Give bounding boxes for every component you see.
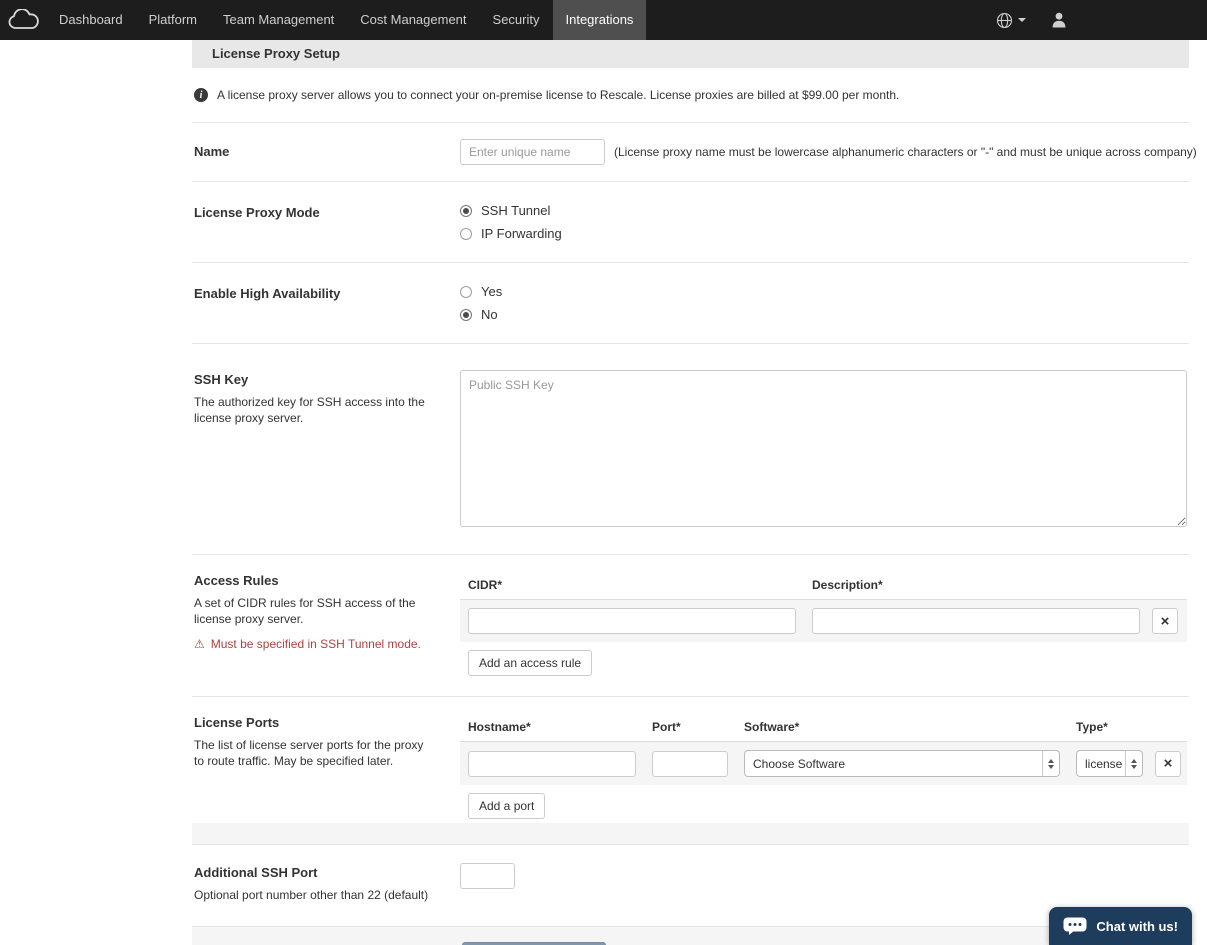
- access-rules-warning-text: Must be specified in SSH Tunnel mode.: [210, 636, 421, 651]
- remove-column-header: [1148, 571, 1187, 600]
- caret-down-icon: [1018, 18, 1026, 22]
- language-dropdown[interactable]: [983, 0, 1039, 40]
- nav-team-management[interactable]: Team Management: [210, 0, 347, 40]
- globe-icon: [996, 12, 1013, 28]
- add-access-rule-button[interactable]: Add an access rule: [468, 650, 593, 676]
- license-ports-label: License Ports: [194, 715, 280, 730]
- warning-icon: ⚠: [194, 636, 205, 651]
- additional-ssh-port-label: Additional SSH Port: [194, 865, 318, 880]
- close-icon: ×: [1163, 755, 1173, 772]
- radio-ssh-tunnel[interactable]: SSH Tunnel: [460, 203, 1189, 218]
- license-proxy-mode-label: License Proxy Mode: [194, 205, 320, 220]
- cloud-logo-icon: [8, 9, 39, 29]
- radio-unselected-icon: [460, 285, 472, 298]
- access-rule-description-input[interactable]: [812, 608, 1140, 634]
- high-availability-row: Enable High Availability Yes No: [192, 263, 1189, 344]
- hostname-input[interactable]: [468, 750, 636, 777]
- license-proxy-setup-panel: License Proxy Setup i A license proxy se…: [192, 40, 1197, 945]
- nav-dashboard[interactable]: Dashboard: [46, 0, 136, 40]
- user-menu[interactable]: [1039, 0, 1079, 40]
- nav-platform[interactable]: Platform: [136, 0, 210, 40]
- cidr-input[interactable]: [468, 608, 796, 634]
- name-help-text: (License proxy name must be lowercase al…: [614, 145, 1197, 159]
- page-title: License Proxy Setup: [192, 40, 1189, 68]
- user-icon: [1052, 12, 1066, 28]
- ssh-key-description: The authorized key for SSH access into t…: [194, 395, 425, 425]
- high-availability-label: Enable High Availability: [194, 286, 341, 301]
- ssh-key-textarea[interactable]: [460, 370, 1187, 527]
- additional-ssh-port-row: Additional SSH Port Optional port number…: [192, 845, 1189, 927]
- navbar-right: [983, 0, 1207, 40]
- software-select[interactable]: Choose Software: [744, 750, 1060, 777]
- additional-ssh-port-input[interactable]: [460, 863, 515, 889]
- rescale-logo[interactable]: [0, 0, 46, 40]
- access-rules-label: Access Rules: [194, 573, 279, 588]
- radio-ssh-tunnel-label: SSH Tunnel: [481, 203, 551, 218]
- name-input[interactable]: [460, 139, 605, 165]
- remove-access-rule-button[interactable]: ×: [1152, 608, 1178, 634]
- type-column-header: Type*: [1068, 713, 1151, 742]
- radio-ha-no-label: No: [481, 307, 498, 322]
- software-column-header: Software*: [736, 713, 1068, 742]
- radio-ha-yes[interactable]: Yes: [460, 284, 1189, 299]
- radio-ha-yes-label: Yes: [481, 284, 503, 299]
- nav-cost-management[interactable]: Cost Management: [347, 0, 479, 40]
- license-proxy-mode-row: License Proxy Mode SSH Tunnel IP Forward…: [192, 182, 1189, 263]
- license-ports-row: License Ports The list of license server…: [192, 697, 1189, 823]
- add-port-button[interactable]: Add a port: [468, 793, 546, 819]
- name-label: Name: [194, 144, 230, 159]
- remove-column-header: [1151, 713, 1187, 742]
- software-select-value: Choose Software: [753, 756, 846, 771]
- access-rules-row: Access Rules A set of CIDR rules for SSH…: [192, 555, 1189, 697]
- form-actions: Launch License Proxy: [192, 926, 1189, 945]
- license-port-table-row: Choose Software license ×: [460, 741, 1187, 785]
- radio-ha-no[interactable]: No: [460, 307, 1189, 322]
- info-icon: i: [194, 88, 208, 102]
- select-arrows-icon: [1042, 751, 1059, 776]
- hostname-column-header: Hostname*: [460, 713, 644, 742]
- cidr-column-header: CIDR*: [460, 571, 804, 600]
- license-ports-description: The list of license server ports for the…: [194, 738, 424, 768]
- remove-license-port-button[interactable]: ×: [1155, 750, 1181, 777]
- radio-selected-icon: [460, 204, 472, 217]
- license-ports-footer-strip: [192, 823, 1189, 845]
- intro-text: A license proxy server allows you to con…: [217, 88, 900, 102]
- access-rules-warning: ⚠ Must be specified in SSH Tunnel mode.: [194, 637, 460, 651]
- radio-unselected-icon: [460, 227, 472, 240]
- port-input[interactable]: [652, 750, 728, 777]
- intro-note: i A license proxy server allows you to c…: [192, 68, 1189, 123]
- license-ports-table: Hostname* Port* Software* Type* Choose S…: [460, 713, 1187, 785]
- access-rules-table: CIDR* Description* ×: [460, 571, 1187, 642]
- chat-label: Chat with us!: [1096, 918, 1178, 934]
- ssh-key-row: SSH Key The authorized key for SSH acces…: [192, 344, 1189, 555]
- radio-selected-icon: [460, 308, 472, 321]
- select-arrows-icon: [1125, 751, 1142, 776]
- top-navbar: Dashboard Platform Team Management Cost …: [0, 0, 1207, 40]
- access-rule-table-row: ×: [460, 599, 1187, 642]
- description-column-header: Description*: [804, 571, 1148, 600]
- close-icon: ×: [1160, 612, 1170, 630]
- port-column-header: Port*: [644, 713, 736, 742]
- nav-integrations[interactable]: Integrations: [552, 0, 647, 40]
- chat-bubble-icon: [1063, 917, 1087, 935]
- primary-nav: Dashboard Platform Team Management Cost …: [46, 0, 647, 40]
- name-row: Name (License proxy name must be lowerca…: [192, 123, 1197, 182]
- radio-ip-forwarding[interactable]: IP Forwarding: [460, 226, 1189, 241]
- radio-ip-forwarding-label: IP Forwarding: [481, 226, 562, 241]
- type-select-value: license: [1085, 756, 1123, 771]
- chat-widget[interactable]: Chat with us!: [1049, 907, 1192, 945]
- additional-ssh-port-description: Optional port number other than 22 (defa…: [194, 888, 429, 902]
- type-select[interactable]: license: [1076, 750, 1143, 777]
- nav-security[interactable]: Security: [480, 0, 553, 40]
- ssh-key-label: SSH Key: [194, 372, 249, 387]
- access-rules-description: A set of CIDR rules for SSH access of th…: [194, 596, 416, 626]
